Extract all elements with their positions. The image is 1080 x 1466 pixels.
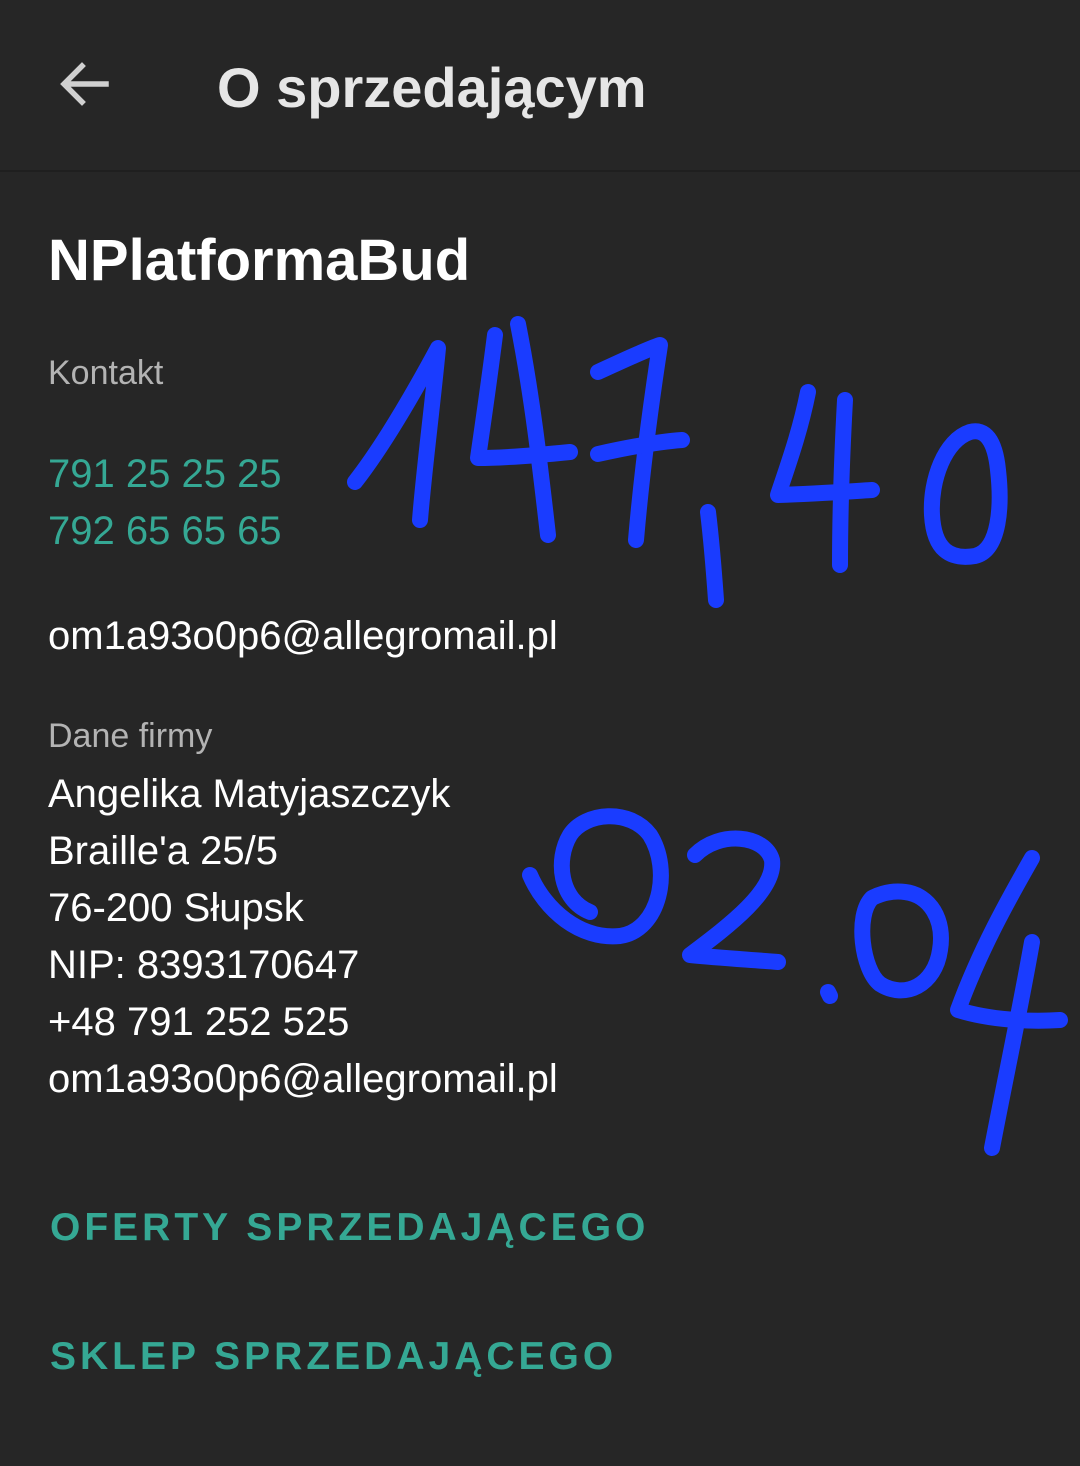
app-bar: O sprzedającym — [0, 0, 1080, 172]
company-nip: NIP: 8393170647 — [48, 943, 360, 987]
seller-name: NPlatformaBud — [48, 228, 471, 293]
company-details: Angelika Matyjaszczyk Braille'a 25/5 76-… — [48, 766, 558, 1108]
company-city: 76-200 Słupsk — [48, 886, 304, 930]
company-street: Braille'a 25/5 — [48, 829, 278, 873]
handwritten-date — [522, 808, 1068, 1156]
seller-offers-button[interactable]: OFERTY SPRZEDAJĄCEGO — [50, 1205, 649, 1251]
arrow-back-icon — [60, 62, 109, 106]
page-title: O sprzedającym — [217, 56, 647, 119]
handwritten-amount — [347, 316, 1008, 608]
company-data-label: Dane firmy — [48, 717, 213, 755]
contact-email[interactable]: om1a93o0p6@allegromail.pl — [48, 613, 558, 659]
company-owner-name: Angelika Matyjaszczyk — [48, 772, 451, 816]
company-phone: +48 791 252 525 — [48, 1000, 350, 1044]
phone-link-2[interactable]: 792 65 65 65 — [48, 508, 282, 554]
contact-label: Kontakt — [48, 354, 164, 392]
phone-link-1[interactable]: 791 25 25 25 — [48, 451, 282, 497]
company-email: om1a93o0p6@allegromail.pl — [48, 1057, 558, 1101]
back-button[interactable] — [44, 44, 124, 124]
seller-shop-button[interactable]: SKLEP SPRZEDAJĄCEGO — [50, 1334, 617, 1380]
